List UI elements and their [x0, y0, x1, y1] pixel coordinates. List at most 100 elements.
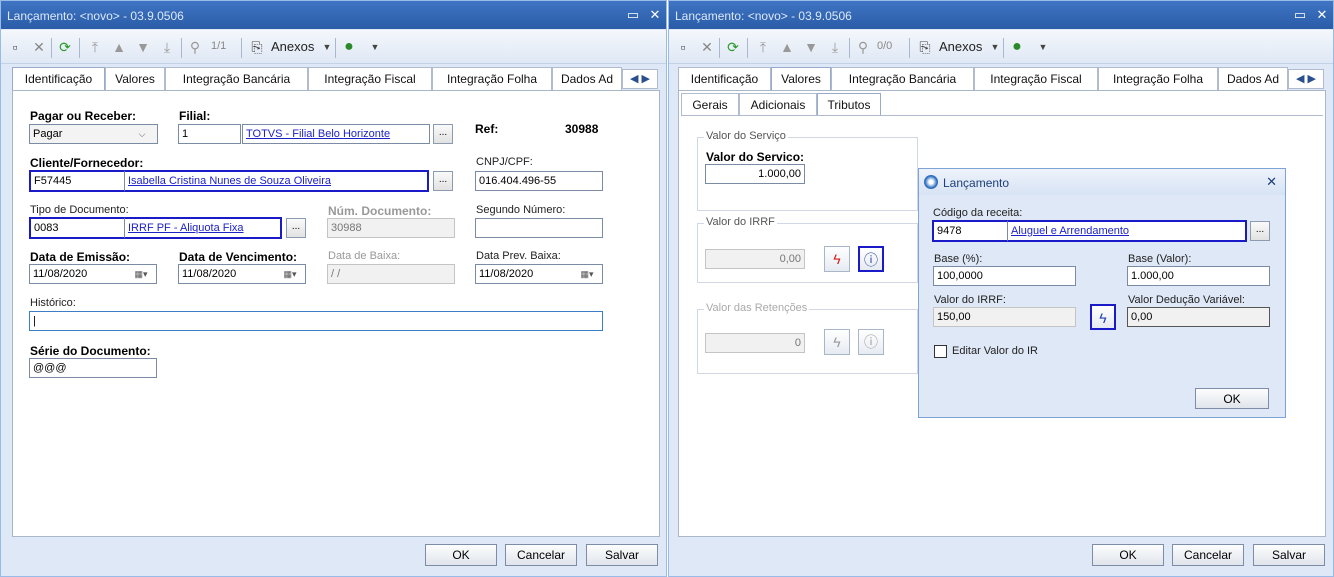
- cliente-name-link[interactable]: Isabella Cristina Nunes de Souza Oliveir…: [128, 175, 331, 187]
- attachments-button[interactable]: Anexos: [939, 39, 982, 54]
- codigo-receita-code-input[interactable]: 9478: [932, 220, 1009, 242]
- filial-code-input[interactable]: 1: [178, 124, 241, 144]
- new-icon[interactable]: ▫: [675, 39, 691, 55]
- close-icon[interactable]: ✕: [1314, 7, 1330, 23]
- tab-dados-adicionais[interactable]: Dados Ad: [1218, 67, 1288, 91]
- base-valor-input[interactable]: 1.000,00: [1127, 266, 1270, 286]
- ok-button[interactable]: OK: [1092, 544, 1164, 566]
- binoculars-icon[interactable]: ⚲: [187, 39, 203, 55]
- filial-name-link[interactable]: TOTVS - Filial Belo Horizonte: [246, 128, 390, 140]
- close-icon[interactable]: ✕: [1266, 174, 1277, 190]
- delete-icon[interactable]: ✕: [699, 39, 715, 55]
- previous-record-icon[interactable]: ▲: [111, 39, 127, 55]
- data-venc-input[interactable]: 11/08/2020 ▦▾: [178, 264, 306, 284]
- codigo-receita-name-link[interactable]: Aluguel e Arrendamento: [1011, 225, 1129, 237]
- left-toolbar: ▫ ✕ ⟳ ⤒ ▲ ▼ ⤓ ⚲ 1/1 ⎘ Anexos ▼ ● ▼: [1, 30, 666, 64]
- tab-valores[interactable]: Valores: [771, 67, 831, 92]
- restore-icon[interactable]: ▭: [625, 7, 641, 23]
- tab-integracao-bancaria[interactable]: Integração Bancária: [165, 67, 308, 91]
- codigo-receita-name-field[interactable]: Aluguel e Arrendamento: [1007, 220, 1247, 242]
- globe-icon[interactable]: ●: [1009, 39, 1025, 55]
- first-record-icon[interactable]: ⤒: [755, 39, 771, 55]
- historico-input[interactable]: |: [29, 311, 603, 331]
- subtab-tributos[interactable]: Tributos: [817, 93, 881, 116]
- segundo-numero-label: Segundo Número:: [476, 204, 566, 216]
- tab-identificacao[interactable]: Identificação: [12, 67, 105, 92]
- save-button[interactable]: Salvar: [1253, 544, 1325, 566]
- codigo-receita-lookup-button[interactable]: ...: [1250, 221, 1270, 241]
- next-record-icon[interactable]: ▼: [135, 39, 151, 55]
- calendar-icon[interactable]: ▦▾: [572, 265, 602, 283]
- paperclip-icon[interactable]: ⎘: [917, 39, 933, 55]
- retencoes-info-icon[interactable]: ⓘ: [858, 329, 884, 355]
- tab-integracao-fiscal[interactable]: Integração Fiscal: [308, 67, 432, 91]
- tab-valores[interactable]: Valores: [105, 67, 165, 91]
- base-pct-input[interactable]: 100,0000: [933, 266, 1076, 286]
- globe-icon[interactable]: ●: [341, 39, 357, 55]
- refresh-icon[interactable]: ⟳: [57, 39, 73, 55]
- chevron-down-icon[interactable]: ▼: [1035, 39, 1051, 55]
- tab-integracao-bancaria[interactable]: Integração Bancária: [831, 67, 974, 91]
- pagar-receber-select[interactable]: Pagar ⌵: [29, 124, 158, 144]
- last-record-icon[interactable]: ⤓: [159, 39, 175, 55]
- filial-lookup-button[interactable]: ...: [433, 124, 453, 144]
- last-record-icon[interactable]: ⤓: [827, 39, 843, 55]
- tab-scroll-arrows[interactable]: ◀ ▶: [1288, 69, 1324, 89]
- segundo-numero-input[interactable]: [475, 218, 603, 238]
- subtab-adicionais[interactable]: Adicionais: [739, 93, 817, 115]
- tipo-doc-name-link[interactable]: IRRF PF - Aliquota Fixa: [128, 222, 244, 234]
- tab-integracao-fiscal[interactable]: Integração Fiscal: [974, 67, 1098, 91]
- irrf-info-icon[interactable]: ⓘ: [858, 246, 884, 272]
- toolbar-separator: [849, 38, 850, 58]
- subtab-gerais[interactable]: Gerais: [681, 93, 739, 115]
- close-icon[interactable]: ✕: [647, 7, 663, 23]
- chevron-down-icon[interactable]: ▼: [319, 39, 335, 55]
- paperclip-icon[interactable]: ⎘: [249, 39, 265, 55]
- tipo-doc-lookup-button[interactable]: ...: [286, 218, 306, 238]
- chevron-down-icon: ⌵: [138, 129, 146, 139]
- left-titlebar: Lançamento: <novo> - 03.9.0506 ▭ ✕: [1, 1, 666, 29]
- tab-dados-adicionais[interactable]: Dados Ad: [552, 67, 622, 91]
- previous-record-icon[interactable]: ▲: [779, 39, 795, 55]
- cnpj-input[interactable]: 016.404.496-55: [475, 171, 603, 191]
- cliente-lookup-button[interactable]: ...: [433, 171, 453, 191]
- save-button[interactable]: Salvar: [586, 544, 658, 566]
- data-prev-input[interactable]: 11/08/2020 ▦▾: [475, 264, 603, 284]
- tipo-doc-code-input[interactable]: 0083: [29, 217, 126, 239]
- filial-name-field[interactable]: TOTVS - Filial Belo Horizonte: [242, 124, 430, 144]
- cliente-name-field[interactable]: Isabella Cristina Nunes de Souza Oliveir…: [124, 170, 429, 192]
- editar-ir-checkbox[interactable]: [934, 345, 947, 358]
- first-record-icon[interactable]: ⤒: [87, 39, 103, 55]
- restore-icon[interactable]: ▭: [1292, 7, 1308, 23]
- calendar-icon[interactable]: ▦▾: [275, 265, 305, 283]
- valor-servico-input[interactable]: 1.000,00: [705, 164, 805, 184]
- new-icon[interactable]: ▫: [7, 39, 23, 55]
- delete-icon[interactable]: ✕: [31, 39, 47, 55]
- binoculars-icon[interactable]: ⚲: [855, 39, 871, 55]
- chevron-down-icon[interactable]: ▼: [987, 39, 1003, 55]
- calculate-retencoes-icon[interactable]: ϟ: [824, 329, 850, 355]
- calculate-irrf-icon[interactable]: ϟ: [1090, 304, 1116, 330]
- dialog-ok-button[interactable]: OK: [1195, 388, 1269, 409]
- attachments-button[interactable]: Anexos: [271, 39, 314, 54]
- cancel-button[interactable]: Cancelar: [505, 544, 577, 566]
- toolbar-separator: [747, 38, 748, 58]
- calendar-icon[interactable]: ▦▾: [126, 265, 156, 283]
- tab-scroll-arrows[interactable]: ◀ ▶: [622, 69, 658, 89]
- data-emissao-input[interactable]: 11/08/2020 ▦▾: [29, 264, 157, 284]
- serie-input[interactable]: @@@: [29, 358, 157, 378]
- tab-integracao-folha[interactable]: Integração Folha: [432, 67, 552, 91]
- tipo-doc-name-field[interactable]: IRRF PF - Aliquota Fixa: [124, 217, 282, 239]
- calculate-irrf-icon[interactable]: ϟ: [824, 246, 850, 272]
- serie-label: Série do Documento:: [30, 344, 151, 358]
- chevron-down-icon[interactable]: ▼: [367, 39, 383, 55]
- ok-button[interactable]: OK: [425, 544, 497, 566]
- tab-integracao-folha[interactable]: Integração Folha: [1098, 67, 1218, 91]
- cancel-button[interactable]: Cancelar: [1172, 544, 1244, 566]
- codigo-receita-label: Código da receita:: [933, 207, 1023, 219]
- next-record-icon[interactable]: ▼: [803, 39, 819, 55]
- refresh-icon[interactable]: ⟳: [725, 39, 741, 55]
- tab-identificacao[interactable]: Identificação: [678, 67, 771, 91]
- cliente-code-input[interactable]: F57445: [29, 170, 126, 192]
- left-window: Lançamento: <novo> - 03.9.0506 ▭ ✕ ▫ ✕ ⟳…: [0, 0, 667, 577]
